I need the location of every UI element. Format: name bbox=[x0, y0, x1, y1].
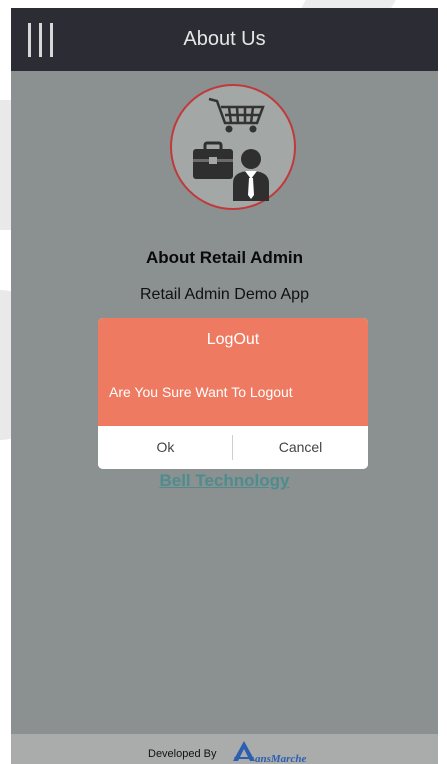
developer-brand-logo: ansMarche bbox=[231, 739, 331, 764]
cancel-button[interactable]: Cancel bbox=[233, 426, 368, 469]
logout-dialog: LogOut Are You Sure Want To Logout Ok Ca… bbox=[98, 318, 368, 469]
page-title: About Us bbox=[183, 28, 266, 50]
dialog-title: LogOut bbox=[206, 331, 260, 348]
retail-admin-logo-icon bbox=[170, 84, 296, 210]
footer: Developed By ansMarche bbox=[11, 734, 438, 764]
dialog-message: Are You Sure Want To Logout bbox=[109, 384, 293, 400]
brand-name: ansMarche bbox=[255, 753, 307, 764]
about-description: Retail Admin Demo App bbox=[140, 286, 309, 303]
app-bar: About Us bbox=[11, 8, 438, 71]
dialog-header: LogOut Are You Sure Want To Logout bbox=[98, 318, 368, 426]
about-heading: About Retail Admin bbox=[145, 248, 304, 267]
dialog-button-bar: Ok Cancel bbox=[98, 426, 368, 469]
company-link[interactable]: Bell Technology bbox=[11, 471, 438, 491]
app-screen: About Us About Retail Admin Retail Admin… bbox=[11, 8, 438, 764]
developed-by-label: Developed By bbox=[148, 748, 217, 760]
ok-button[interactable]: Ok bbox=[98, 426, 233, 469]
brand-a-icon bbox=[233, 741, 255, 761]
